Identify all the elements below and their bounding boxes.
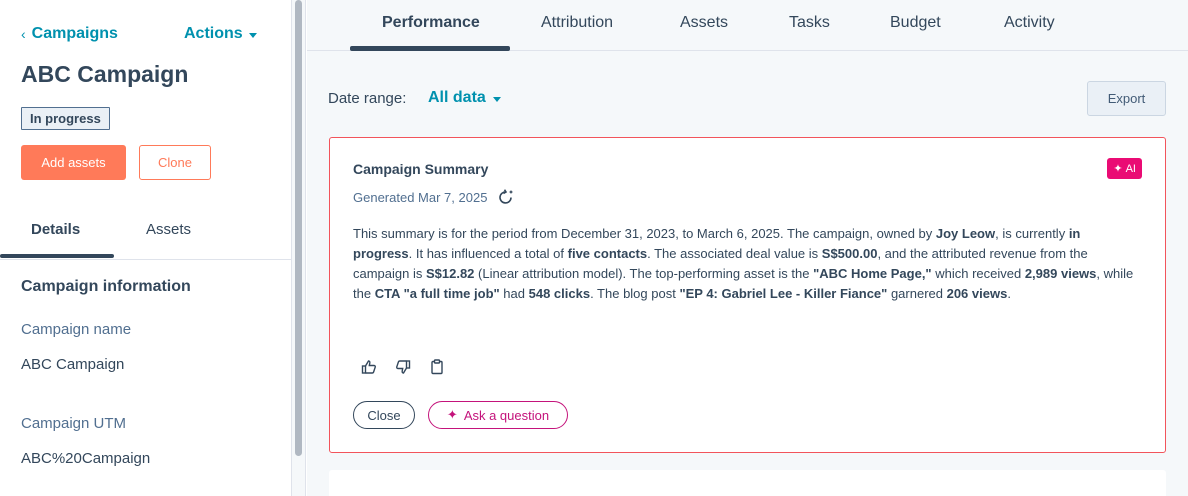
caret-down-icon	[492, 96, 501, 102]
main-panel: Performance Attribution Assets Tasks Bud…	[307, 0, 1188, 496]
ai-badge-label: AI	[1125, 162, 1136, 175]
summary-fragment: garnered	[887, 286, 947, 301]
ai-badge: ✦ AI	[1107, 158, 1142, 179]
summary-fragment: . The associated deal value is	[647, 246, 822, 261]
sparkle-icon: ✦	[446, 407, 458, 422]
sparkle-icon: ✦	[1113, 163, 1123, 175]
field-label-campaign-name: Campaign name	[21, 321, 132, 338]
summary-highlight: five contacts	[567, 246, 648, 261]
card-title: Campaign Summary	[353, 161, 489, 177]
summary-fragment: which received	[931, 266, 1025, 281]
add-assets-button[interactable]: Add assets	[21, 145, 126, 180]
field-label-campaign-utm: Campaign UTM	[21, 415, 127, 432]
next-card-placeholder	[329, 470, 1166, 496]
thumbs-up-icon[interactable]	[360, 358, 378, 376]
tab-details[interactable]: Details	[31, 221, 80, 238]
active-main-tab-indicator	[350, 46, 510, 51]
field-value-campaign-utm: ABC%20Campaign	[21, 450, 151, 467]
close-button[interactable]: Close	[353, 401, 415, 429]
back-link-label: Campaigns	[31, 25, 118, 42]
summary-fragment: (Linear attribution model). The top-perf…	[474, 266, 814, 281]
main-tabs: Performance Attribution Assets Tasks Bud…	[307, 0, 1188, 51]
scrollbar-thumb[interactable]	[295, 0, 302, 456]
tab-performance[interactable]: Performance	[382, 14, 480, 32]
generated-date: Generated Mar 7, 2025	[353, 189, 488, 205]
summary-highlight: CTA "a full time job"	[374, 286, 500, 301]
clipboard-icon[interactable]	[428, 358, 446, 376]
chevron-left-icon: ‹	[21, 26, 26, 42]
export-button[interactable]: Export	[1087, 81, 1166, 116]
summary-highlight: 548 clicks	[528, 286, 591, 301]
tab-assets-main[interactable]: Assets	[680, 14, 728, 32]
campaign-summary-card: Campaign Summary ✦ AI Generated Mar 7, 2…	[329, 137, 1166, 453]
tab-tasks[interactable]: Tasks	[789, 14, 830, 32]
ask-question-button[interactable]: ✦ Ask a question	[428, 401, 568, 429]
summary-highlight: S$12.82	[425, 266, 475, 281]
date-range-dropdown[interactable]: All data	[428, 89, 501, 107]
thumbs-down-icon[interactable]	[394, 358, 412, 376]
regenerate-icon[interactable]	[497, 188, 515, 206]
summary-highlight: Joy Leow	[935, 226, 996, 241]
summary-fragment: .	[1007, 286, 1011, 301]
generated-line: Generated Mar 7, 2025	[353, 188, 515, 206]
sidebar-tabs: Details Assets	[0, 208, 292, 260]
date-range-value: All data	[428, 89, 486, 106]
summary-highlight: "EP 4: Gabriel Lee - Killer Fiance"	[679, 286, 888, 301]
date-range-label: Date range:	[328, 90, 407, 107]
tab-assets[interactable]: Assets	[146, 221, 191, 238]
summary-highlight: S$500.00	[821, 246, 878, 261]
summary-fragment: This summary is for the period from Dece…	[353, 226, 936, 241]
sidebar-scrollbar[interactable]	[292, 0, 306, 496]
active-tab-indicator	[0, 254, 114, 258]
back-to-campaigns-link[interactable]: ‹ Campaigns	[21, 25, 118, 43]
feedback-icons	[360, 358, 446, 376]
summary-fragment: , is currently	[995, 226, 1069, 241]
tab-attribution[interactable]: Attribution	[541, 14, 613, 32]
status-badge: In progress	[21, 107, 110, 130]
ask-question-label: Ask a question	[463, 407, 550, 423]
field-value-campaign-name: ABC Campaign	[21, 356, 125, 373]
caret-down-icon	[248, 32, 257, 38]
tab-budget[interactable]: Budget	[890, 14, 941, 32]
summary-highlight: 2,989 views	[1024, 266, 1097, 281]
summary-fragment: . The blog post	[590, 286, 680, 301]
summary-highlight: "ABC Home Page,"	[813, 266, 932, 281]
clone-button[interactable]: Clone	[139, 145, 211, 180]
summary-highlight: 206 views	[946, 286, 1008, 301]
actions-dropdown[interactable]: Actions	[184, 25, 257, 43]
summary-fragment: had	[499, 286, 529, 301]
left-sidebar: ‹ Campaigns Actions ABC Campaign In prog…	[0, 0, 292, 496]
tab-activity[interactable]: Activity	[1004, 14, 1055, 32]
app-root: ‹ Campaigns Actions ABC Campaign In prog…	[0, 0, 1188, 496]
section-heading: Campaign information	[21, 278, 191, 295]
actions-label: Actions	[184, 25, 243, 42]
campaign-title: ABC Campaign	[21, 61, 189, 87]
summary-fragment: . It has influenced a total of	[408, 246, 568, 261]
summary-text: This summary is for the period from Dece…	[353, 224, 1143, 304]
